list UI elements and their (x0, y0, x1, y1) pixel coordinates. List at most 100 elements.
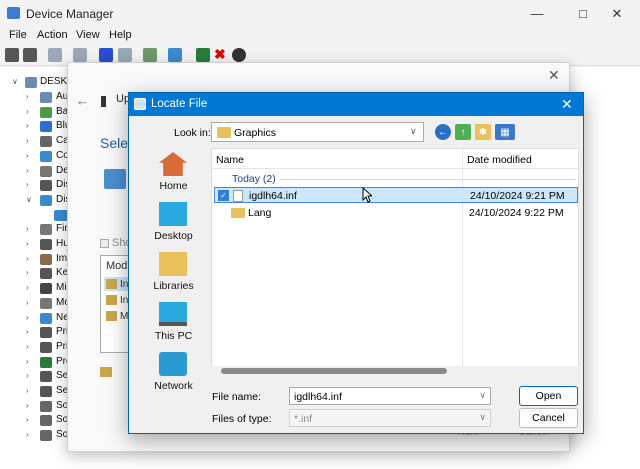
horizontal-scrollbar[interactable] (211, 366, 579, 376)
tree-item[interactable]: › Pro (0, 355, 72, 370)
close-icon[interactable]: ✕ (548, 67, 560, 84)
properties-icon[interactable] (48, 48, 62, 62)
tree-item[interactable]: › Blu (0, 119, 70, 134)
chevron-right-icon[interactable]: › (26, 107, 29, 116)
chevron-right-icon[interactable]: › (26, 180, 29, 189)
chevron-right-icon[interactable]: › (26, 371, 29, 380)
open-button[interactable]: Open (519, 386, 578, 406)
tree-item[interactable]: › Ba (0, 105, 70, 120)
tree-item[interactable]: › Pri (0, 340, 70, 355)
chevron-right-icon[interactable]: › (26, 254, 29, 263)
chevron-right-icon[interactable]: › (26, 92, 29, 101)
file-row[interactable]: Lang 24/10/2024 9:22 PM (214, 205, 578, 221)
chevron-right-icon[interactable]: › (26, 268, 29, 277)
chevron-down-icon[interactable]: ∨ (12, 77, 18, 86)
chevron-down-icon[interactable]: ∨ (26, 195, 32, 204)
tree-item[interactable]: › Mi (0, 281, 70, 296)
back-icon[interactable]: ← (435, 124, 451, 140)
chevron-right-icon[interactable]: › (26, 298, 29, 307)
chevron-down-icon[interactable]: ∨ (479, 390, 486, 401)
scrollbar-thumb[interactable] (221, 368, 447, 374)
chevron-down-icon[interactable]: ∨ (410, 126, 417, 137)
list-icon[interactable] (73, 48, 87, 62)
file-type-combo[interactable]: *.inf ∨ (289, 409, 491, 427)
close-icon[interactable]: ✕ (561, 96, 573, 113)
place-desktop[interactable]: Desktop (137, 200, 210, 250)
tree-item[interactable]: ∨ Dis (0, 193, 70, 208)
chevron-right-icon[interactable]: › (26, 401, 29, 410)
forward-arrow-icon[interactable] (23, 48, 37, 62)
chevron-right-icon[interactable]: › (26, 151, 29, 160)
tree-item[interactable]: › Au (0, 90, 70, 105)
chevron-right-icon[interactable]: › (26, 415, 29, 424)
menu-view[interactable]: View (76, 29, 100, 41)
chevron-right-icon[interactable]: › (26, 166, 29, 175)
tree-item[interactable]: › So (0, 399, 70, 414)
cancel-button[interactable]: Cancel (519, 408, 578, 428)
tree-root[interactable]: ∨ DESKT (0, 75, 73, 90)
place-home[interactable]: Home (137, 150, 210, 200)
tree-item[interactable]: › Ke (0, 266, 70, 281)
new-folder-icon[interactable]: ✱ (475, 124, 491, 140)
back-arrow-icon[interactable] (5, 48, 19, 62)
view-menu-icon[interactable]: ▦ (495, 124, 515, 140)
tree-item[interactable]: › Fir (0, 222, 70, 237)
menu-action[interactable]: Action (37, 29, 68, 41)
tree-item[interactable]: › So (0, 428, 70, 443)
place-libraries[interactable]: Libraries (137, 250, 210, 300)
file-name-value[interactable]: igdlh64.inf (294, 391, 342, 403)
chevron-right-icon[interactable]: › (26, 283, 29, 292)
column-date-modified[interactable]: Date modified (467, 154, 532, 166)
view-icon[interactable] (118, 48, 132, 62)
tree-item[interactable]: › Mo (0, 296, 70, 311)
tree-item[interactable] (0, 208, 70, 223)
tree-item[interactable]: › Ne (0, 311, 70, 326)
help-icon[interactable] (99, 48, 113, 62)
chevron-right-icon[interactable]: › (26, 357, 29, 366)
tree-item[interactable]: › So (0, 413, 70, 428)
place-label: This PC (154, 330, 193, 342)
chevron-right-icon[interactable]: › (26, 224, 29, 233)
print-icon[interactable] (143, 48, 157, 62)
chevron-right-icon[interactable]: › (26, 342, 29, 351)
uninstall-x-icon[interactable]: ✖ (214, 46, 228, 62)
file-name-combo[interactable]: igdlh64.inf ∨ (289, 387, 491, 405)
tree-item[interactable]: › Pri (0, 325, 70, 340)
group-header[interactable]: Today (2) (232, 173, 276, 185)
look-in-dropdown[interactable]: Graphics ∨ (211, 122, 424, 142)
chevron-right-icon[interactable]: › (26, 239, 29, 248)
device-category-icon (40, 312, 52, 324)
update-driver-icon[interactable] (196, 48, 210, 62)
device-category-icon (40, 136, 52, 148)
download-icon[interactable] (232, 48, 246, 62)
tree-item[interactable]: › Ima (0, 252, 73, 267)
chevron-right-icon[interactable]: › (26, 121, 29, 130)
tree-item[interactable]: › De (0, 164, 70, 179)
tree-item[interactable]: › Co (0, 149, 70, 164)
close-button[interactable]: ✕ (594, 0, 640, 27)
place-network[interactable]: Network (137, 350, 210, 400)
minimize-button[interactable]: — (514, 0, 560, 27)
check-icon[interactable]: ✓ (218, 190, 229, 201)
tree-item[interactable]: › Dis (0, 178, 70, 193)
file-row[interactable]: ✓ igdlh64.inf 24/10/2024 9:21 PM (214, 187, 578, 203)
tree-item[interactable]: › Se (0, 369, 70, 384)
chevron-right-icon[interactable]: › (26, 430, 29, 439)
up-folder-icon[interactable]: ↑ (455, 124, 471, 140)
chevron-right-icon[interactable]: › (26, 386, 29, 395)
tree-item[interactable]: › Ca (0, 134, 70, 149)
menu-help[interactable]: Help (109, 29, 132, 41)
column-name[interactable]: Name (216, 154, 244, 166)
monitor-icon[interactable] (168, 48, 182, 62)
device-category-icon (40, 224, 52, 236)
chevron-right-icon[interactable]: › (26, 327, 29, 336)
file-list[interactable]: Name Date modified Today (2) ✓ igdlh64.i… (211, 148, 580, 371)
chevron-right-icon[interactable]: › (26, 136, 29, 145)
show-compatible-checkbox[interactable] (100, 239, 109, 248)
chevron-right-icon[interactable]: › (26, 313, 29, 322)
tree-item[interactable]: › Hu (0, 237, 70, 252)
tree-item[interactable]: › Se (0, 384, 70, 399)
menu-file[interactable]: File (9, 29, 27, 41)
back-arrow-icon[interactable]: ← (76, 93, 89, 108)
place-this-pc[interactable]: This PC (137, 300, 210, 350)
